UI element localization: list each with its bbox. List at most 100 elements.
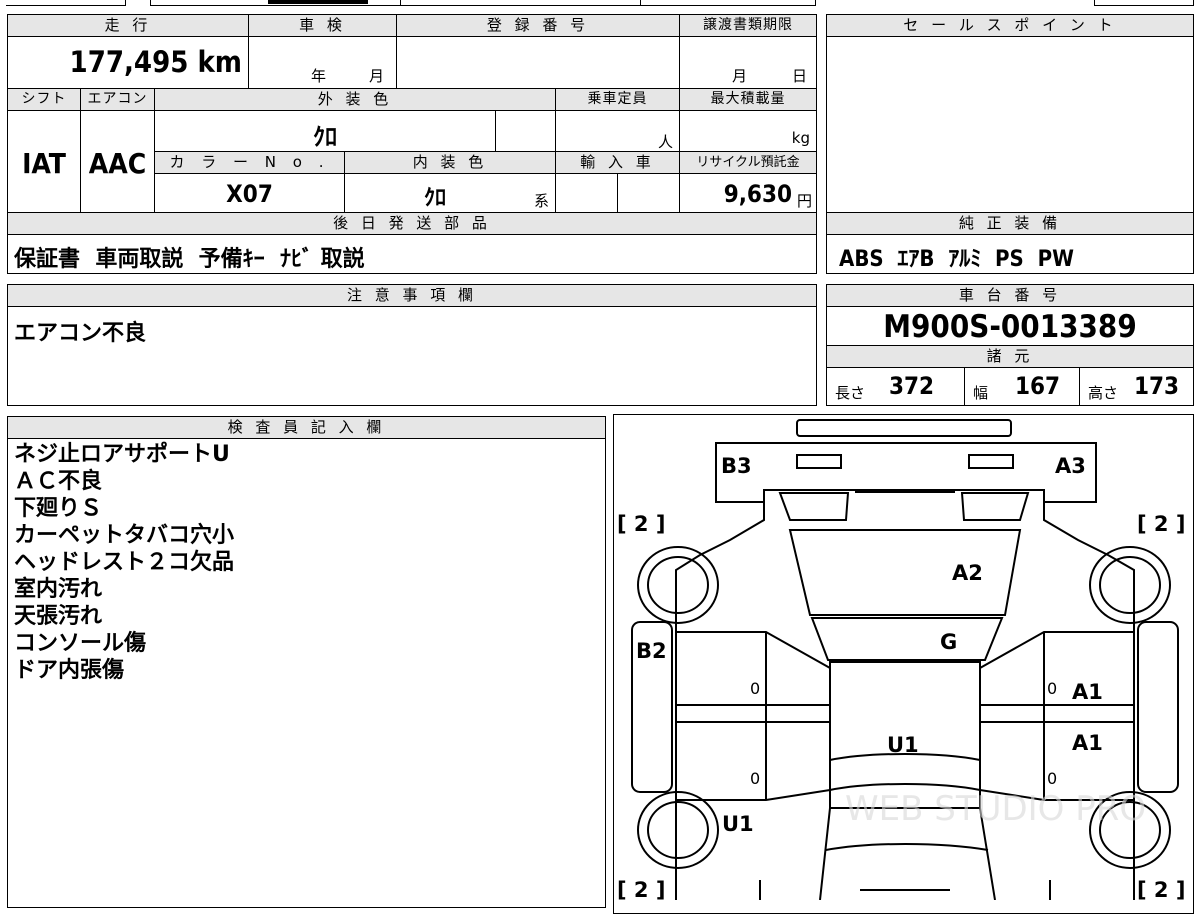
label-g: G xyxy=(940,630,957,654)
front-bumper-shape xyxy=(796,419,1012,437)
color-no-header: カ ラ ー N o . xyxy=(154,151,345,174)
exterior-color-extra-cell xyxy=(495,110,556,152)
exterior-color-value: ｸﾛ xyxy=(313,123,337,151)
capacity-header: 乗車定員 xyxy=(555,88,680,111)
inspector-remark: ヘッドレスト２コ欠品 xyxy=(14,550,235,575)
grille-shape-right xyxy=(960,492,1030,521)
inspector-remark: 天張汚れ xyxy=(14,604,103,629)
windshield-shape xyxy=(810,617,1004,661)
interior-color-header: 内 装 色 xyxy=(344,151,556,174)
sale-points-header: セ ー ル ス ポ イ ン ト xyxy=(826,14,1194,37)
registration-header: 登 録 番 号 xyxy=(396,14,680,37)
mileage-cell: 177,495 km xyxy=(7,36,249,89)
tire-tread-rear-left: [ 2 ] xyxy=(617,878,665,900)
shift-value: IAT xyxy=(22,147,66,180)
chassis-no-header: 車 台 番 号 xyxy=(826,284,1194,307)
inspection-month-unit: 月 xyxy=(369,67,385,85)
tire-tread-rear-right: [ 2 ] xyxy=(1137,878,1185,900)
recycle-fee-value: 9,630 xyxy=(723,180,792,208)
wheel-front-right-shape xyxy=(1089,546,1171,624)
sale-points-cell xyxy=(826,36,1194,213)
specs-width-cell: 幅 167 xyxy=(964,367,1080,406)
genuine-equipment-cell: ABS ｴｱB ｱﾙﾐ PS PW xyxy=(826,234,1194,274)
transfer-day-unit: 日 xyxy=(792,67,808,85)
specs-length-cell: 長さ 372 xyxy=(826,367,965,406)
notes-cell: エアコン不良 xyxy=(7,306,817,406)
aircon-value: AAC xyxy=(88,147,147,180)
label-a2: A2 xyxy=(952,561,983,585)
label-u1-center: U1 xyxy=(887,733,919,757)
label-u1-left: U1 xyxy=(722,812,754,836)
tire-tread-front-left: [ 2 ] xyxy=(617,512,665,536)
mileage-header: 走 行 xyxy=(7,14,249,37)
import-cell-right xyxy=(617,173,680,213)
width-value: 167 xyxy=(1015,372,1061,400)
notes-value: エアコン不良 xyxy=(14,321,147,346)
hood-shape xyxy=(788,529,1022,616)
height-label: 高さ xyxy=(1088,384,1119,402)
import-header: 輸 入 車 xyxy=(555,151,680,174)
exterior-color-cell: ｸﾛ xyxy=(154,110,496,152)
genuine-equipment-value: ABS ｴｱB ｱﾙﾐ PS PW xyxy=(839,247,1074,272)
car-diagram: B3 A3 A2 G B2 A1 A1 U1 U1 0 0 0 0 [ 2 ] … xyxy=(617,419,1185,900)
transfer-deadline-header: 譲渡書類期限 xyxy=(679,14,817,37)
label-zero: 0 xyxy=(1047,679,1057,698)
body-outline-shape xyxy=(675,502,765,900)
specs-header: 諸 元 xyxy=(826,345,1194,368)
transfer-month-unit: 月 xyxy=(732,67,748,85)
height-value: 173 xyxy=(1134,372,1180,400)
max-load-unit: kg xyxy=(791,129,810,147)
inspector-notes-cell: ネジ止ロアサポートU ＡＣ不良 下廻りＳ カーペットタバコ穴小 ヘッドレスト２コ… xyxy=(7,438,606,908)
recycle-fee-unit: 円 xyxy=(796,192,812,210)
aircon-cell: AAC xyxy=(80,110,155,213)
color-no-value: X07 xyxy=(226,180,273,208)
inspector-remark: ＡＣ不良 xyxy=(14,469,103,494)
rear-bumper-shape xyxy=(759,880,1051,900)
inspector-remark: コンソール傷 xyxy=(14,631,147,656)
label-a1-bottom: A1 xyxy=(1072,731,1103,755)
wheel-front-left-shape xyxy=(637,546,719,624)
capacity-cell: 人 xyxy=(555,110,680,152)
width-label: 幅 xyxy=(973,384,989,402)
length-label: 長さ xyxy=(835,384,866,402)
aircon-header: エアコン xyxy=(80,88,155,111)
interior-color-cell: ｸﾛ 系 xyxy=(344,173,556,213)
length-value: 372 xyxy=(889,372,935,400)
inspection-header: 車 検 xyxy=(248,14,397,37)
import-cell-left xyxy=(555,173,618,213)
label-b3: B3 xyxy=(721,454,752,478)
interior-color-suffix: 系 xyxy=(533,192,549,210)
specs-height-cell: 高さ 173 xyxy=(1079,367,1194,406)
inspector-remark: 下廻りＳ xyxy=(14,496,103,521)
inspection-cell: 年 月 xyxy=(248,36,397,89)
genuine-equipment-header: 純 正 装 備 xyxy=(826,212,1194,235)
label-zero: 0 xyxy=(1047,769,1057,788)
inspector-remark: ネジ止ロアサポートU xyxy=(14,442,230,467)
right-skirt-shape xyxy=(1137,621,1179,793)
inspector-notes-header: 検 査 員 記 入 欄 xyxy=(7,416,606,439)
chassis-no-cell: M900S-0013389 xyxy=(826,306,1194,346)
max-load-cell: kg xyxy=(679,110,817,152)
headlight-right-shape xyxy=(968,454,1014,469)
chassis-no-value: M900S-0013389 xyxy=(883,309,1137,345)
color-no-cell: X07 xyxy=(154,173,345,213)
transfer-deadline-cell: 月 日 xyxy=(679,36,817,89)
registration-cell xyxy=(396,36,680,89)
recycle-fee-cell: 9,630 円 xyxy=(679,173,817,213)
label-a1-top: A1 xyxy=(1072,680,1103,704)
mileage-value: 177,495 km xyxy=(69,45,242,79)
shift-cell: IAT xyxy=(7,110,81,213)
inspector-remark: カーペットタバコ穴小 xyxy=(14,523,235,548)
later-shipment-value: 保証書 車両取説 予備ｷｰ ﾅﾋﾞ 取説 xyxy=(14,247,365,272)
later-shipment-cell: 保証書 車両取説 予備ｷｰ ﾅﾋﾞ 取説 xyxy=(7,234,817,274)
tire-tread-front-right: [ 2 ] xyxy=(1137,512,1185,536)
later-shipment-header: 後 日 発 送 部 品 xyxy=(7,212,817,235)
wheel-rear-left-shape xyxy=(637,791,719,869)
shift-header: シフト xyxy=(7,88,81,111)
inspector-remarks-list: ネジ止ロアサポートU ＡＣ不良 下廻りＳ カーペットタバコ穴小 ヘッドレスト２コ… xyxy=(14,441,234,684)
top-cutoff-strip xyxy=(0,0,1200,6)
inspector-remark: 室内汚れ xyxy=(14,577,103,602)
label-zero: 0 xyxy=(750,769,760,788)
inspection-year-unit: 年 xyxy=(311,67,327,85)
recycle-fee-header: リサイクル預託金 xyxy=(679,151,817,174)
